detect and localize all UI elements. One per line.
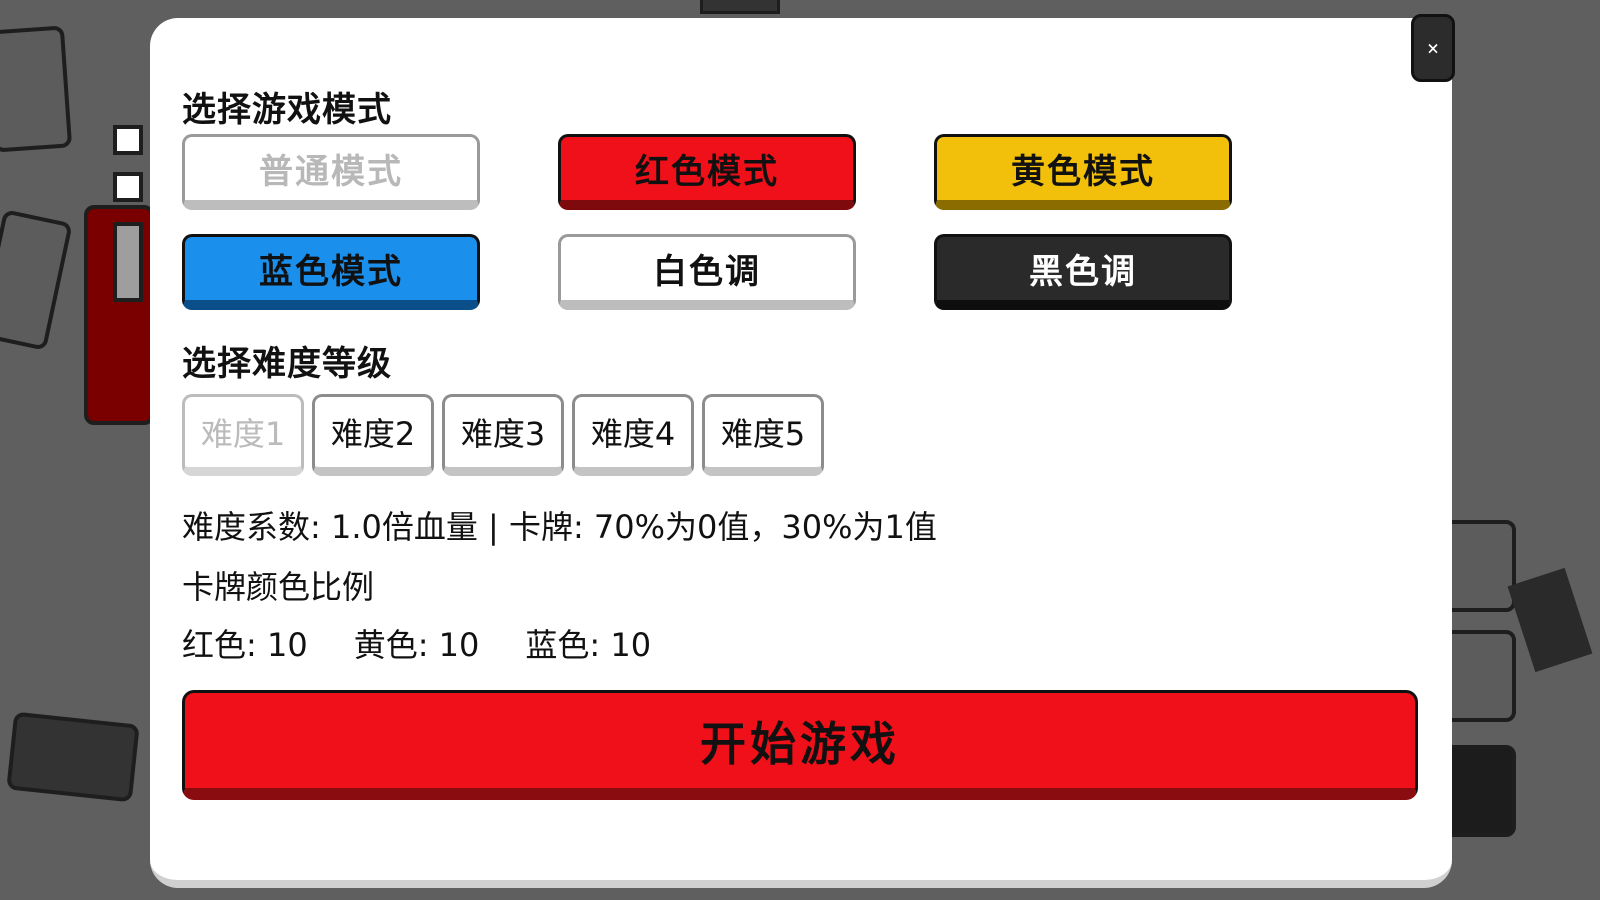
card-color-ratio-row: 红色: 10 黄色: 10 蓝色: 10 — [182, 620, 651, 666]
difficulty-button-1[interactable]: 难度1 — [182, 394, 304, 476]
background-slot — [113, 222, 143, 302]
mode-button-normal[interactable]: 普通模式 — [182, 134, 480, 210]
difficulty-button-2[interactable]: 难度2 — [312, 394, 434, 476]
difficulty-description: 难度系数: 1.0倍血量 | 卡牌: 70%为0值，30%为1值 — [182, 508, 937, 546]
mode-label: 蓝色模式 — [259, 252, 403, 292]
background-slot — [113, 172, 143, 202]
start-game-button[interactable]: 开始游戏 — [182, 690, 1418, 800]
difficulty-button-4[interactable]: 难度4 — [572, 394, 694, 476]
background-card — [0, 25, 73, 153]
mode-button-red[interactable]: 红色模式 — [558, 134, 856, 210]
background-card — [1507, 567, 1593, 673]
card-color-ratio-label: 卡牌颜色比例 — [182, 568, 375, 606]
mode-label: 白色调 — [653, 252, 761, 292]
background-card — [700, 0, 780, 14]
ratio-red: 红色: 10 — [182, 626, 308, 664]
difficulty-label: 难度2 — [330, 415, 416, 453]
difficulty-button-3[interactable]: 难度3 — [442, 394, 564, 476]
difficulty-label: 难度1 — [200, 415, 286, 453]
background-card — [0, 209, 73, 351]
mode-button-blue[interactable]: 蓝色模式 — [182, 234, 480, 310]
ratio-blue: 蓝色: 10 — [525, 626, 652, 664]
close-button[interactable]: × — [1411, 14, 1455, 82]
mode-label: 普通模式 — [259, 152, 403, 192]
difficulty-section-label: 选择难度等级 — [182, 344, 392, 384]
mode-label: 红色模式 — [635, 152, 779, 192]
mode-button-black[interactable]: 黑色调 — [934, 234, 1232, 310]
difficulty-label: 难度4 — [590, 415, 676, 453]
difficulty-label: 难度5 — [720, 415, 806, 453]
mode-section-label: 选择游戏模式 — [182, 90, 392, 130]
ratio-yellow: 黄色: 10 — [353, 626, 480, 664]
difficulty-button-5[interactable]: 难度5 — [702, 394, 824, 476]
start-game-label: 开始游戏 — [700, 716, 900, 771]
close-icon: × — [1426, 36, 1440, 60]
mode-button-white[interactable]: 白色调 — [558, 234, 856, 310]
difficulty-label: 难度3 — [460, 415, 546, 453]
background-card — [6, 711, 140, 803]
mode-button-yellow[interactable]: 黄色模式 — [934, 134, 1232, 210]
mode-label: 黄色模式 — [1011, 152, 1155, 192]
mode-label: 黑色调 — [1029, 252, 1137, 292]
background-slot — [113, 125, 143, 155]
